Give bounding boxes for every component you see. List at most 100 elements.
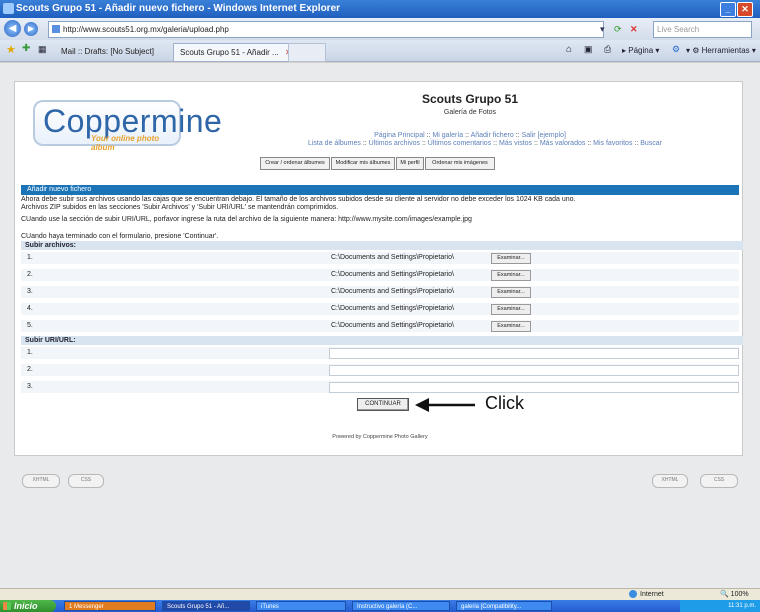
nav-link-most-viewed[interactable]: Más vistos (499, 140, 532, 147)
page-icon (52, 25, 60, 33)
nav-link-home[interactable]: Página Principal (374, 132, 425, 139)
stop-icon[interactable]: ✕ (630, 23, 638, 35)
search-input[interactable]: Live Search (653, 21, 752, 38)
sort-images-button[interactable]: Ordenar mis imágenes (425, 157, 495, 170)
page-menu[interactable]: ▸ Página ▾ (622, 46, 659, 55)
nav-link-my-gallery[interactable]: Mi galería (432, 132, 463, 139)
url-input[interactable] (329, 382, 739, 393)
intro-text: Ahora debe subir sus archivos usando las… (21, 196, 739, 212)
quick-tabs-icon[interactable]: ▦ (38, 44, 47, 55)
modify-albums-button[interactable]: Modificar mis álbumes (331, 157, 395, 170)
taskbar-item-word-galeria[interactable]: galeria [Compatibility... (456, 601, 552, 611)
file-path-field[interactable]: C:\Documents and Settings\Propietario\ (331, 254, 454, 261)
address-field[interactable]: http://www.scouts51.org.mx/galeria/uploa… (48, 21, 604, 38)
home-icon[interactable]: ⌂ (566, 44, 572, 55)
url-row: 3. (21, 380, 739, 393)
nav-link-last-comments[interactable]: Últimos comentarios (428, 140, 491, 147)
status-bar: Internet 🔍 100% (0, 588, 760, 600)
forward-icon[interactable]: ▶ (24, 22, 38, 36)
clock[interactable]: 11:31 p.m. (728, 603, 756, 609)
create-albums-button[interactable]: Crear / ordenar álbumes (260, 157, 330, 170)
close-window-button[interactable]: ✕ (737, 2, 753, 17)
continue-button[interactable]: CONTINUAR (357, 398, 409, 411)
file-row: 2. C:\Documents and Settings\Propietario… (21, 268, 739, 281)
tab-label: Mail :: Drafts: [No Subject] (61, 47, 154, 56)
refresh-icon[interactable]: ⟳ (614, 23, 622, 35)
new-tab-button[interactable] (288, 43, 326, 62)
nav-link-upload[interactable]: Añadir fichero (471, 132, 514, 139)
browse-button[interactable]: Examinar... (491, 304, 531, 315)
file-path-field[interactable]: C:\Documents and Settings\Propietario\ (331, 288, 454, 295)
profile-button[interactable]: Mi perfil (396, 157, 424, 170)
tab-mail[interactable]: Mail :: Drafts: [No Subject] (55, 43, 179, 60)
globe-icon (629, 590, 637, 599)
window-titlebar: Scouts Grupo 51 - Añadir nuevo fichero -… (0, 0, 760, 18)
nav-link-top-rated[interactable]: Más valorados (540, 140, 586, 147)
file-path-field[interactable]: C:\Documents and Settings\Propietario\ (331, 322, 454, 329)
tab-label: Scouts Grupo 51 - Añadir ... (180, 48, 279, 57)
row-number: 2. (27, 366, 33, 373)
xhtml-badge[interactable]: XHTML (22, 474, 60, 488)
start-button[interactable]: Inicio (0, 600, 56, 612)
url-input[interactable] (329, 365, 739, 376)
coppermine-logo[interactable]: Coppermine Your online photo album (33, 100, 222, 152)
tools-menu[interactable]: ▾ ⚙ Herramientas ▾ (686, 46, 756, 55)
file-path-field[interactable]: C:\Documents and Settings\Propietario\ (331, 271, 454, 278)
browse-button[interactable]: Examinar... (491, 287, 531, 298)
page-subtitle: Galería de Fotos (443, 109, 497, 116)
address-url: http://www.scouts51.org.mx/galeria/uploa… (63, 25, 229, 34)
url-input[interactable] (329, 348, 739, 359)
nav-link-last-uploads[interactable]: Últimos archivos (369, 140, 420, 147)
nav-link-albums[interactable]: Lista de álbumes (308, 140, 361, 147)
back-icon[interactable]: ◀ (4, 20, 21, 37)
print-icon[interactable]: ⎙ (604, 44, 611, 55)
taskbar-item-itunes[interactable]: iTunes (256, 601, 346, 611)
css-badge[interactable]: CSS (68, 474, 104, 488)
logo-tagline: Your online photo album (91, 134, 160, 152)
intro-line-3: CUando use la sección de subir URI/URL, … (21, 216, 472, 223)
gallery-page: Coppermine Your online photo album Scout… (14, 81, 743, 456)
row-number: 5. (27, 322, 33, 329)
xhtml-validator-badge[interactable]: XHTML (652, 474, 688, 488)
nav-link-favorites[interactable]: Mis favoritos (593, 140, 632, 147)
row-number: 4. (27, 305, 33, 312)
row-number: 2. (27, 271, 33, 278)
minimize-button[interactable]: _ (720, 2, 736, 17)
nav-link-search[interactable]: Buscar (640, 140, 662, 147)
search-placeholder: Live Search (657, 25, 700, 34)
favorites-star-icon[interactable]: ★ (6, 43, 16, 56)
row-number: 1. (27, 254, 33, 261)
file-path-field[interactable]: C:\Documents and Settings\Propietario\ (331, 305, 454, 312)
primary-nav: Página Principal :: Mi galería :: Añadir… (374, 132, 566, 139)
zone-label: Internet (640, 591, 664, 598)
row-number: 3. (27, 288, 33, 295)
feeds-icon[interactable]: ▣ (584, 44, 593, 55)
intro-line-2: Archivos ZIP subidos en las secciones 'S… (21, 204, 339, 211)
taskbar-item-ie[interactable]: Scouts Grupo 51 - Añ... (162, 601, 250, 611)
system-tray: 11:31 p.m. (680, 600, 760, 612)
tab-scouts[interactable]: Scouts Grupo 51 - Añadir ... ✕ (173, 43, 300, 61)
secondary-nav: Lista de álbumes :: Últimos archivos :: … (307, 140, 663, 147)
css-validator-badge[interactable]: CSS (700, 474, 738, 488)
start-label: Inicio (14, 601, 38, 611)
address-toolbar: ◀ ▶ http://www.scouts51.org.mx/galeria/u… (0, 18, 760, 40)
intro-line-1: Ahora debe subir sus archivos usando las… (21, 196, 576, 203)
tools-menu-label: Herramientas (701, 46, 750, 55)
tab-bar: ★ ✚ ▦ Mail :: Drafts: [No Subject] Scout… (0, 40, 760, 62)
zoom-magnifier-icon: 🔍 (720, 591, 729, 598)
browse-button[interactable]: Examinar... (491, 270, 531, 281)
nav-link-logout[interactable]: Salir [ejemplo] (522, 132, 566, 139)
ie-app-icon (3, 3, 14, 14)
add-favorites-icon[interactable]: ✚ (22, 43, 30, 54)
browser-content: Coppermine Your online photo album Scout… (0, 63, 760, 588)
click-annotation: Click (485, 393, 524, 413)
windows-flag-icon (3, 602, 11, 610)
tools-gear-icon[interactable]: ⚙ (672, 44, 680, 55)
browse-button[interactable]: Examinar... (491, 253, 531, 264)
page-menu-label: Página (628, 46, 654, 55)
taskbar-item-messenger[interactable]: 1 Messenger (64, 601, 156, 611)
browse-button[interactable]: Examinar... (491, 321, 531, 332)
taskbar-item-word-instructivo[interactable]: Instructivo galería (C... (352, 601, 450, 611)
dropdown-icon[interactable]: ▾ (600, 23, 605, 35)
url-row: 2. (21, 363, 739, 376)
